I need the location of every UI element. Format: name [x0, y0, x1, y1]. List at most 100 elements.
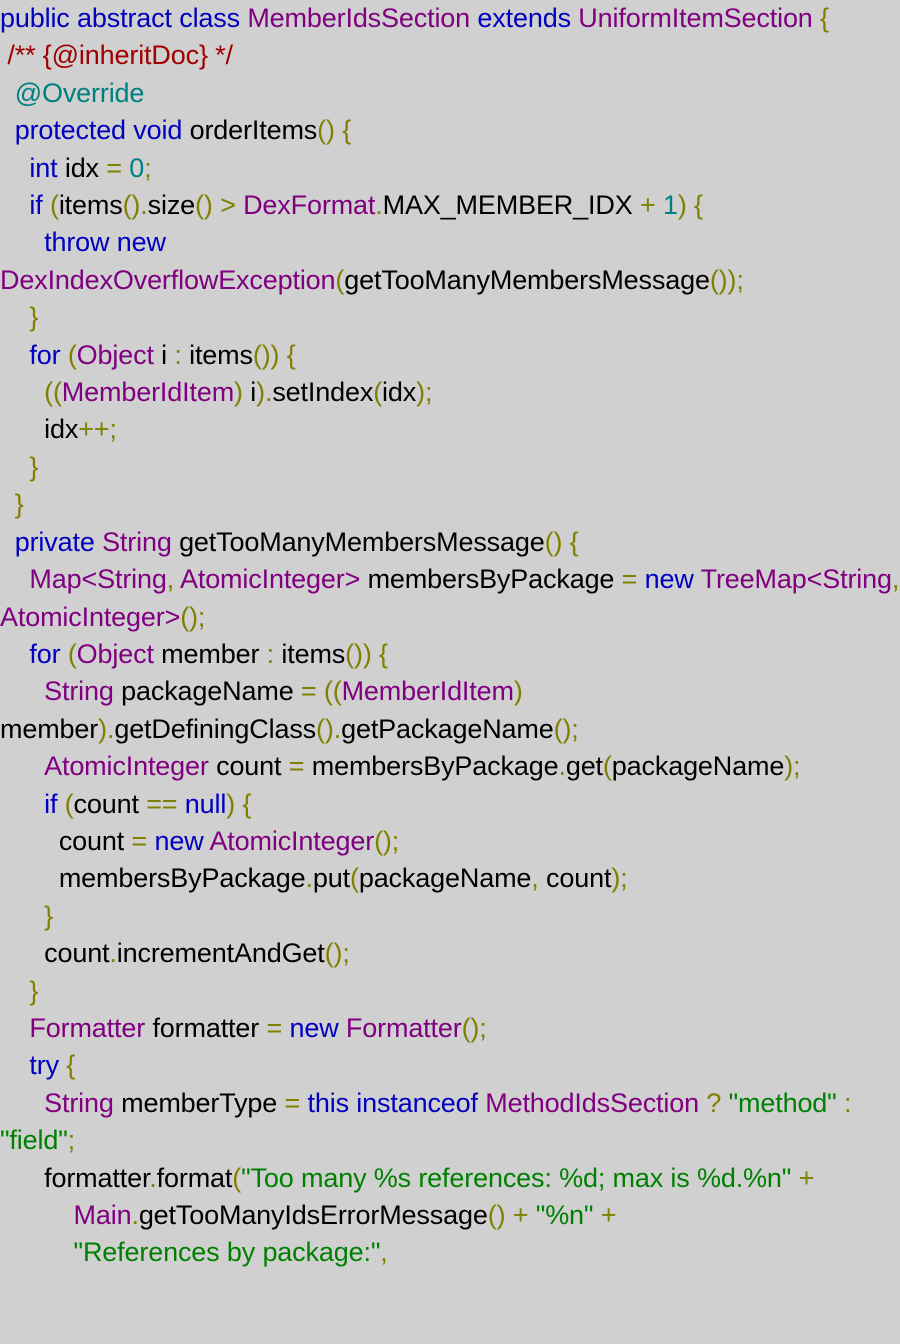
code-line: if (count == null) {: [0, 786, 900, 823]
code-line: idx++;: [0, 411, 900, 448]
code-token-kw: for: [29, 638, 61, 669]
code-token-id: count: [44, 938, 110, 969]
code-viewer[interactable]: public abstract class MemberIdsSection e…: [0, 0, 900, 1344]
code-token-pun: +: [512, 1200, 529, 1230]
code-token-type: String: [44, 676, 114, 707]
code-token-pun: +: [639, 190, 656, 221]
code-token-pun: (: [373, 377, 383, 408]
code-token-id: [70, 3, 77, 33]
code-token-id: memberType: [121, 1087, 278, 1118]
code-token-type: Object: [76, 339, 154, 370]
code-line: "References by package:",: [0, 1234, 900, 1271]
code-token-pun: ((: [323, 676, 342, 707]
code-token-type: Formatter: [345, 1012, 462, 1043]
code-token-pun: =: [266, 1012, 283, 1043]
code-token-id: [505, 1200, 512, 1230]
code-token-id: [360, 564, 367, 594]
code-token-kw: if: [29, 190, 43, 221]
code-token-id: [166, 227, 173, 257]
code-token-type: UniformItemSection: [578, 3, 813, 33]
code-token-type: String: [44, 1087, 114, 1118]
code-line: }: [0, 449, 900, 486]
code-token-pun: =: [284, 1087, 301, 1118]
code-token-id: [813, 3, 820, 33]
code-line: Formatter formatter = new Formatter();: [0, 1010, 900, 1047]
code-token-pun: (: [232, 1162, 242, 1193]
code-token-id: membersByPackage: [367, 564, 615, 595]
code-token-pun: ): [256, 377, 265, 408]
code-token-id: packageName: [358, 863, 532, 894]
code-token-pun: (): [317, 115, 335, 146]
code-line: throw new DexIndexOverflowException(getT…: [0, 224, 900, 299]
code-token-kw: if: [44, 788, 58, 819]
code-line: if (items().size() > DexFormat.MAX_MEMBE…: [0, 187, 900, 224]
code-token-id: [593, 1200, 600, 1230]
code-token-type: DexIndexOverflowException: [0, 264, 336, 295]
code-token-type: DexFormat: [243, 190, 376, 221]
code-token-id: [687, 190, 694, 220]
code-line: private String getTooManyMembersMessage(…: [0, 524, 900, 561]
code-token-pun: (): [544, 526, 563, 557]
code-token-pun: ,: [380, 1237, 388, 1268]
code-token-id: [294, 676, 301, 706]
code-line: Map<String, AtomicInteger> membersByPack…: [0, 561, 900, 636]
code-token-type: Map: [29, 564, 82, 595]
code-token-pun: ): [234, 377, 243, 408]
code-token-pun: (): [122, 190, 141, 221]
code-token-pun: (): [316, 713, 334, 744]
code-token-id: [523, 676, 530, 706]
code-token-pun: }: [14, 489, 24, 520]
code-token-str: "%n": [535, 1200, 594, 1230]
code-token-pun: (: [49, 190, 59, 221]
code-token-id: [57, 789, 64, 819]
code-token-pun: =: [621, 564, 638, 595]
code-token-pun: =: [288, 751, 305, 782]
code-token-pun: ): [513, 676, 523, 707]
code-token-pun: (: [64, 788, 74, 819]
code-token-id: member: [161, 638, 260, 669]
code-token-pun: {: [342, 115, 352, 146]
code-token-type: >: [164, 601, 181, 632]
code-token-id: put: [312, 863, 350, 894]
code-token-id: formatter: [152, 1012, 260, 1043]
code-token-id: [300, 1088, 307, 1118]
code-token-pun: ==: [146, 788, 178, 819]
code-token-pun: ?: [706, 1087, 722, 1118]
code-token-num: 1: [662, 190, 678, 221]
code-token-id: [259, 639, 266, 669]
code-line: }: [0, 299, 900, 336]
code-token-pun: ()): [709, 264, 737, 295]
code-token-id: [95, 527, 102, 557]
code-token-pun: =: [106, 152, 122, 183]
code-token-type: Formatter: [29, 1012, 146, 1043]
code-line: @Override: [0, 75, 900, 112]
code-token-id: [236, 190, 243, 220]
code-token-str: "field": [0, 1125, 68, 1156]
code-token-id: idx: [44, 414, 79, 445]
code-token-id: [837, 1088, 844, 1118]
code-token-pun: (: [335, 264, 345, 295]
code-token-kw: instanceof: [356, 1087, 478, 1118]
code-token-pun: (): [195, 190, 213, 221]
code-line: }: [0, 898, 900, 935]
code-token-pun: }: [29, 975, 39, 1006]
code-token-pun: .: [149, 1162, 157, 1193]
code-token-num: 0: [129, 152, 145, 183]
code-token-type: MemberIdItem: [341, 676, 514, 707]
code-token-id: [791, 1163, 798, 1193]
code-token-pun: }: [44, 900, 53, 931]
code-token-id: [539, 863, 546, 893]
code-token-id: [213, 190, 220, 220]
